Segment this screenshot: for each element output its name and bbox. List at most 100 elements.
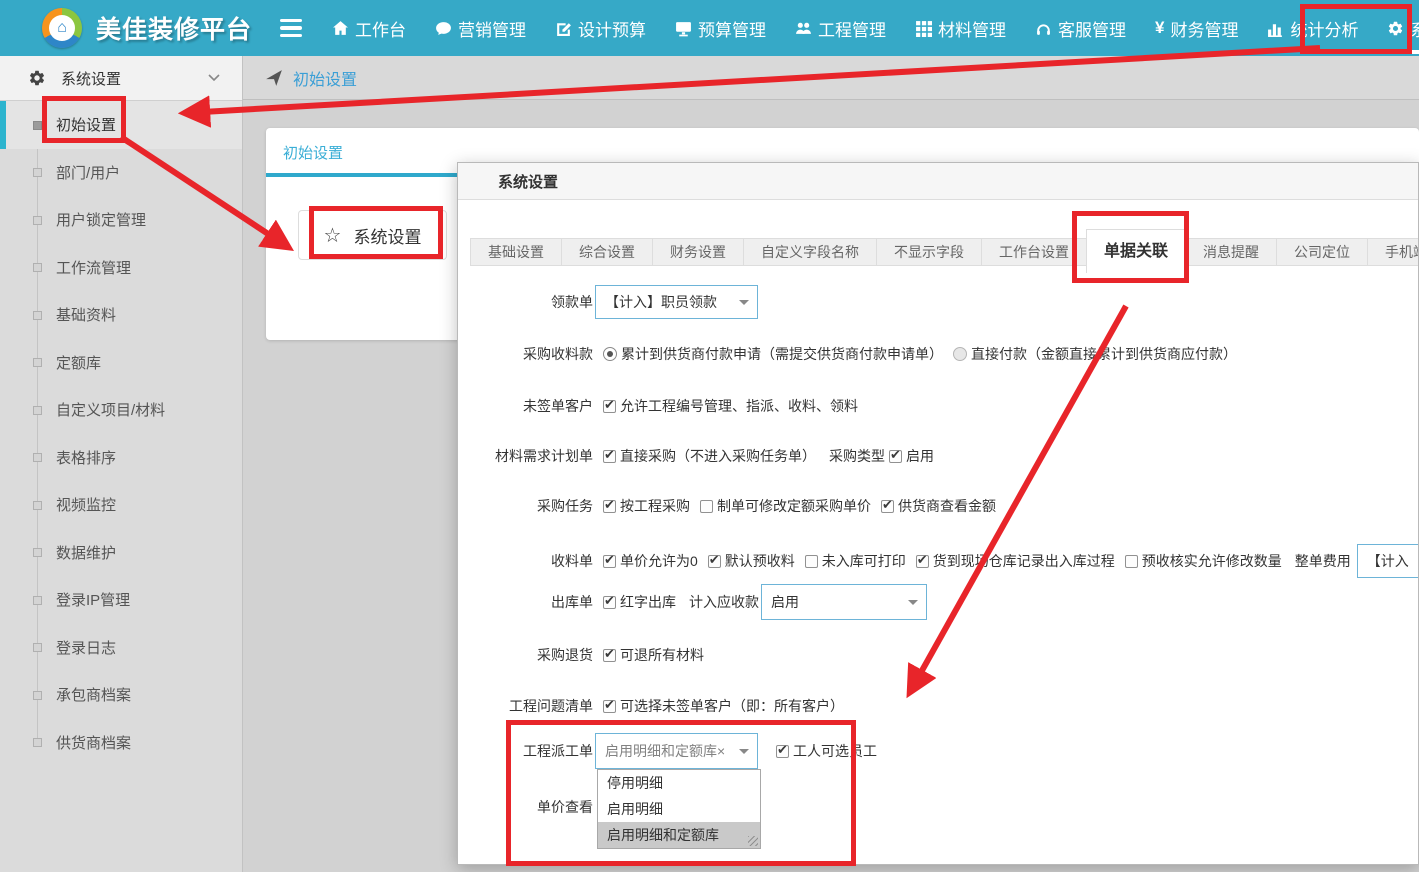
sidebar-item-video-monitor[interactable]: 视频监控 [0,481,242,529]
radio-direct-payment[interactable]: 直接付款（金额直接累计到供货商应付款） [953,344,1237,364]
tab-finance-settings[interactable]: 财务设置 [652,238,744,266]
checkbox-red-outbound[interactable]: 红字出库 [603,592,676,612]
nav-marketing[interactable]: 营销管理 [435,0,526,56]
checkbox-allow-project-number[interactable]: 允许工程编号管理、指派、收料、领料 [603,396,858,416]
whole-order-fee-select[interactable]: 【计入 [1357,544,1419,578]
checkbox-default-pre-receipt[interactable]: 默认预收料 [708,551,795,571]
payment-slip-select[interactable]: 【计入】职员领款 [595,285,758,319]
checkbox-unchecked-icon[interactable] [700,500,713,513]
nav-material-mgmt[interactable]: 材料管理 [915,0,1006,56]
checkbox-checked-icon[interactable] [916,555,929,568]
sidebar-item-custom-projects[interactable]: 自定义项目/材料 [0,386,242,434]
breadcrumb-label: 初始设置 [293,66,357,90]
checkbox-checked-icon[interactable] [889,450,902,463]
radio-selected-icon[interactable] [603,347,617,361]
tab-message-reminder[interactable]: 消息提醒 [1185,238,1277,266]
tab-document-association[interactable]: 单据关联 [1086,229,1186,273]
chevron-down-icon [208,74,220,82]
sidebar-item-data-maintenance[interactable]: 数据维护 [0,529,242,577]
gear-icon [1387,20,1404,37]
checkbox-checked-icon[interactable] [603,649,616,662]
bar-chart-icon [1267,20,1284,37]
checkbox-unchecked-icon[interactable] [805,555,818,568]
sidebar-header-system-settings[interactable]: 系统设置 [0,56,242,101]
tab-initial-settings[interactable]: 初始设置 [283,142,343,163]
checkbox-price-zero-allowed[interactable]: 单价允许为0 [603,551,698,571]
checkbox-supplier-view-amount[interactable]: 供货商查看金额 [881,496,996,516]
checkbox-site-warehouse-record[interactable]: 货到现场仓库记录出入库过程 [916,551,1115,571]
receivable-select[interactable]: 启用 [761,584,927,620]
radio-unselected-icon[interactable] [953,347,967,361]
sidebar-item-supplier-files[interactable]: 供货商档案 [0,719,242,767]
checkbox-worker-select-employee[interactable]: 工人可选员工 [776,741,877,761]
nav-system-settings[interactable]: 系统设置 [1387,0,1419,56]
headset-icon [1035,20,1052,37]
tab-company-location[interactable]: 公司定位 [1276,238,1368,266]
checkbox-pre-receipt-modify-qty[interactable]: 预收核实允许修改数量 [1125,551,1282,571]
system-settings-shortcut-button[interactable]: ☆ 系统设置 [298,210,447,260]
checkbox-checked-icon[interactable] [603,500,616,513]
settings-tabstrip: 基础设置 综合设置 财务设置 自定义字段名称 不显示字段 工作台设置 单据关联 … [470,229,1418,273]
checkbox-checked-icon[interactable] [603,400,616,413]
checkbox-checked-icon[interactable] [603,555,616,568]
checkbox-direct-purchase[interactable]: 直接采购（不进入采购任务单） [603,446,816,466]
tab-mobile[interactable]: 手机端 [1367,238,1419,266]
star-icon: ☆ [324,223,342,248]
hamburger-menu-icon[interactable] [280,19,302,38]
users-icon [795,20,812,37]
caret-down-icon [739,300,749,305]
home-icon [332,20,349,37]
resize-grip-icon[interactable] [748,836,758,846]
row-payment-slip: 领款单 【计入】职员领款 [458,285,758,319]
checkbox-return-all-materials[interactable]: 可退所有材料 [603,645,704,665]
checkbox-checked-icon[interactable] [708,555,721,568]
checkbox-select-unsigned-customer[interactable]: 可选择未签单客户（即：所有客户） [603,696,844,716]
sidebar-item-workflow[interactable]: 工作流管理 [0,244,242,292]
sidebar-item-basic-data[interactable]: 基础资料 [0,291,242,339]
checkbox-checked-icon[interactable] [776,745,789,758]
row-purchase-task: 采购任务 按工程采购 制单可修改定额采购单价 供货商查看金额 [458,496,996,516]
sidebar-item-initial-settings[interactable]: 初始设置 [0,101,242,149]
dropdown-option-disable-detail[interactable]: 停用明细 [598,770,760,796]
dropdown-option-enable-detail[interactable]: 启用明细 [598,796,760,822]
tab-workbench-settings[interactable]: 工作台设置 [981,238,1087,266]
tab-basic-settings[interactable]: 基础设置 [470,238,562,266]
row-purchase-receipt-payment: 采购收料款 累计到供货商付款申请（需提交供货商付款申请单） 直接付款（金额直接累… [458,344,1237,364]
nav-workbench[interactable]: 工作台 [332,0,406,56]
monitor-icon [675,20,692,37]
tab-hidden-fields[interactable]: 不显示字段 [876,238,982,266]
navigation-arrow-icon [265,69,283,87]
brand-title: 美佳装修平台 [96,10,252,46]
sidebar-item-table-sort[interactable]: 表格排序 [0,434,242,482]
tab-general-settings[interactable]: 综合设置 [561,238,653,266]
caret-down-icon [739,749,749,754]
sidebar-item-login-ip[interactable]: 登录IP管理 [0,576,242,624]
checkbox-unchecked-icon[interactable] [1125,555,1138,568]
checkbox-purchase-by-project[interactable]: 按工程采购 [603,496,690,516]
checkbox-purchase-type-enable[interactable]: 启用 [889,446,934,466]
checkbox-checked-icon[interactable] [603,596,616,609]
nav-finance-mgmt[interactable]: ¥ 财务管理 [1155,0,1238,56]
grid-icon [915,20,932,37]
sidebar-item-quota-library[interactable]: 定额库 [0,339,242,387]
dialog-header: 系统设置 [458,163,1418,200]
nav-customer-service[interactable]: 客服管理 [1035,0,1126,56]
sidebar-item-login-log[interactable]: 登录日志 [0,624,242,672]
sidebar-item-departments-users[interactable]: 部门/用户 [0,149,242,197]
sidebar-item-contractor-files[interactable]: 承包商档案 [0,671,242,719]
checkbox-modify-quota-price[interactable]: 制单可修改定额采购单价 [700,496,871,516]
dropdown-option-enable-detail-quota[interactable]: 启用明细和定额库 [598,822,760,848]
dispatch-order-select[interactable]: 启用明细和定额库× [595,733,758,769]
checkbox-checked-icon[interactable] [881,500,894,513]
nav-budget-mgmt[interactable]: 预算管理 [675,0,766,56]
checkbox-checked-icon[interactable] [603,700,616,713]
sidebar-item-user-lock[interactable]: 用户锁定管理 [0,196,242,244]
checkbox-print-before-storage[interactable]: 未入库可打印 [805,551,906,571]
tab-custom-field-names[interactable]: 自定义字段名称 [743,238,877,266]
radio-accumulate-to-supplier[interactable]: 累计到供货商付款申请（需提交供货商付款申请单） [603,344,943,364]
nav-statistics[interactable]: 统计分析 [1267,0,1358,56]
breadcrumb: 初始设置 [243,56,1419,100]
checkbox-checked-icon[interactable] [603,450,616,463]
nav-project-mgmt[interactable]: 工程管理 [795,0,886,56]
nav-design-budget[interactable]: 设计预算 [555,0,646,56]
